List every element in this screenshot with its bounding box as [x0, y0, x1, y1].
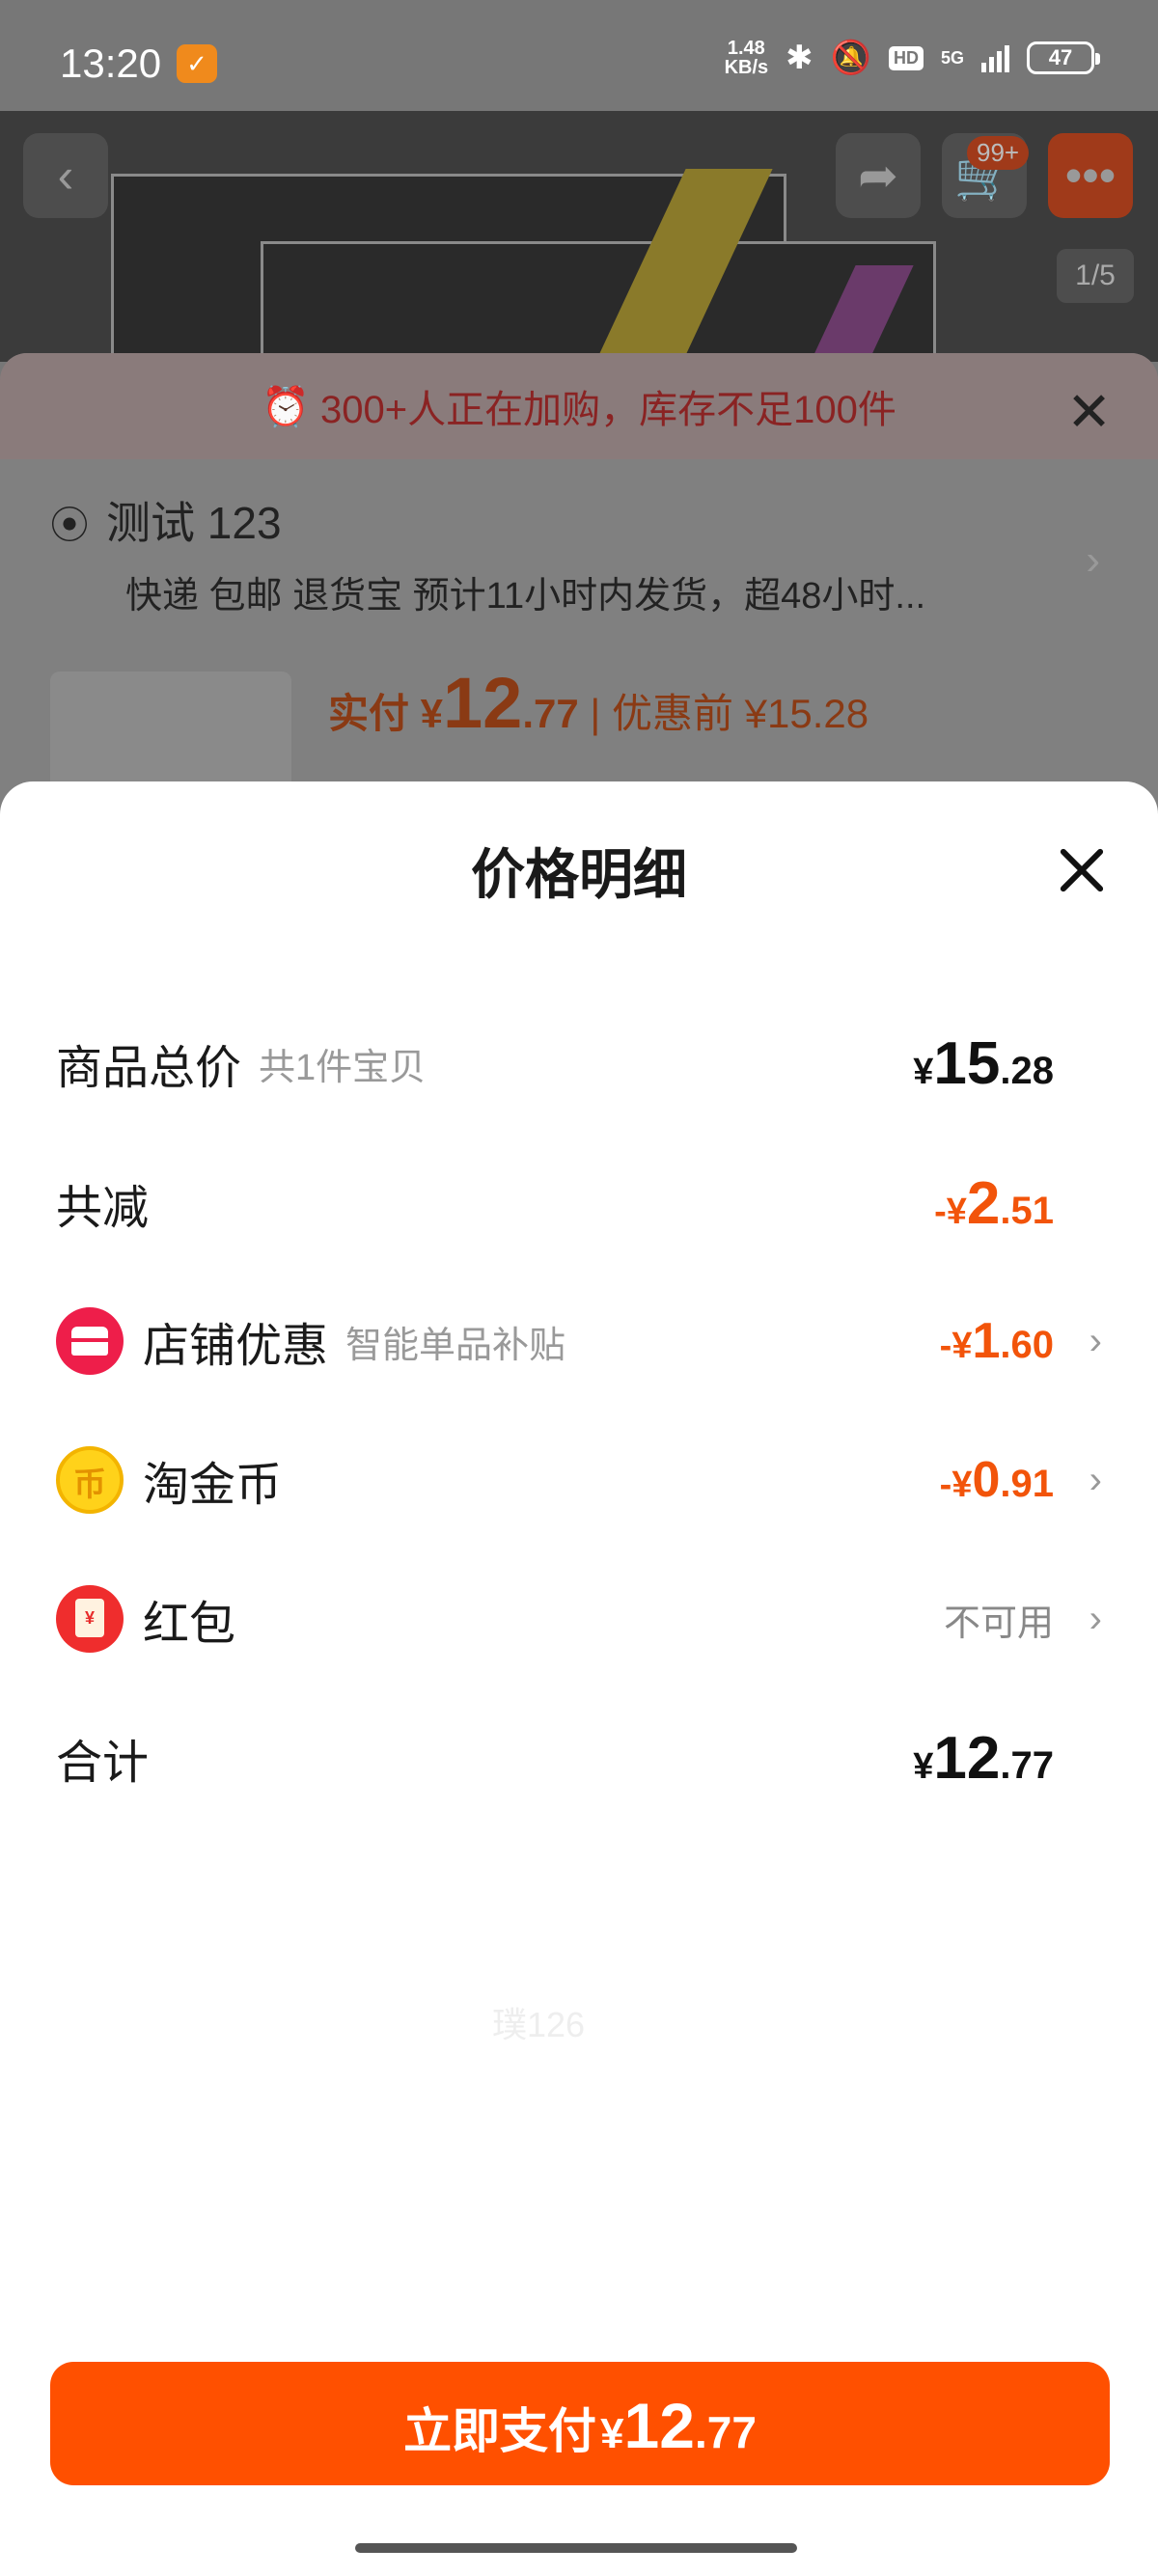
bluetooth-icon: ✱: [786, 40, 813, 76]
row-label: 店铺优惠: [143, 1321, 329, 1372]
hd-icon: HD: [888, 45, 924, 70]
row-taojinbi[interactable]: 币 淘金币 -¥ 0.91 ›: [56, 1437, 1102, 1523]
status-icons: 1.48 KB/s ✱ 🔕 HD 5G 47: [724, 38, 1100, 78]
chevron-right-icon: ›: [1089, 1458, 1102, 1501]
product-image-area: ‹ ➦ 🛒 99+ •••: [0, 111, 1158, 362]
total-discount-amount: -¥ 2.51: [934, 1169, 1054, 1237]
address-name: 测试 123: [106, 498, 282, 548]
chevron-right-icon: ›: [1086, 536, 1100, 584]
row-goods-total: 商品总价 共1件宝贝 ¥15.28: [56, 1020, 1102, 1107]
cart-badge: 99+: [967, 136, 1030, 170]
row-red-envelope[interactable]: ¥ 红包 不可用 ›: [56, 1576, 1102, 1662]
watermark-text: 璞126: [492, 2005, 586, 2044]
network-speed: 1.48 KB/s: [724, 38, 769, 78]
coin-icon: 币: [56, 1446, 124, 1514]
price-detail-sheet: 价格明细 商品总价 共1件宝贝 ¥15.28 共减 -¥ 2.51 璞126 店铺…: [0, 781, 1158, 2576]
row-shop-discount[interactable]: 店铺优惠 智能单品补贴 -¥ 1.60 ›: [56, 1298, 1102, 1384]
close-button[interactable]: [1054, 843, 1108, 897]
stock-alert: ⏰ 300+人正在加购，库存不足100件 ✕: [0, 353, 1158, 459]
chevron-right-icon: ›: [1089, 1597, 1102, 1640]
red-envelope-status: 不可用: [943, 1603, 1054, 1644]
goods-total-amount: ¥15.28: [913, 1029, 1054, 1097]
5g-signal-icon: 5G: [940, 47, 964, 68]
signal-bars-icon: [981, 43, 1009, 72]
order-price-summary: 实付 ¥12.77 | 优惠前 ¥15.28: [328, 663, 869, 743]
alarm-icon: ⏰: [262, 385, 321, 428]
home-indicator[interactable]: [355, 2543, 797, 2553]
share-button[interactable]: ➦: [836, 133, 921, 218]
stock-alert-text: 300+人正在加购，库存不足100件: [320, 389, 896, 431]
pay-now-button[interactable]: 立即支付 ¥ 12 .77: [50, 2362, 1110, 2485]
battery-icon: 47: [1027, 41, 1100, 74]
image-pager: 1/5: [1057, 249, 1134, 303]
sheet-title: 价格明细: [471, 844, 687, 905]
address-section[interactable]: ⦿ 测试 123 快递 包邮 退货宝 预计11小时内发货，超48小时... ›: [0, 459, 1158, 647]
row-label: 共减: [56, 1183, 150, 1234]
address-delivery-info: 快递 包邮 退货宝 预计11小时内发货，超48小时...: [125, 576, 926, 617]
row-sub-label: 共1件宝贝: [259, 1047, 427, 1088]
grand-total-amount: ¥12.77: [913, 1724, 1054, 1792]
back-button[interactable]: ‹: [23, 133, 108, 218]
shop-icon: [56, 1307, 124, 1375]
chevron-right-icon: ›: [1089, 1319, 1102, 1362]
row-label: 淘金币: [143, 1460, 283, 1511]
app-badge-icon: ✓: [177, 44, 217, 83]
shop-discount-amount: -¥ 1.60: [939, 1313, 1054, 1369]
close-icon[interactable]: ✕: [1066, 380, 1112, 444]
row-label: 合计: [56, 1738, 150, 1789]
red-envelope-icon: ¥: [56, 1585, 124, 1653]
status-bar: 13:20 ✓ 1.48 KB/s ✱ 🔕 HD 5G 47: [0, 0, 1158, 111]
row-label: 红包: [143, 1599, 236, 1650]
row-grand-total: 合计 ¥12.77: [56, 1714, 1102, 1801]
location-pin-icon: ⦿: [50, 505, 89, 547]
mute-icon: 🔕: [830, 40, 871, 76]
row-label: 商品总价: [56, 1043, 242, 1094]
taojinbi-amount: -¥ 0.91: [939, 1452, 1054, 1508]
row-sub-label: 智能单品补贴: [345, 1325, 566, 1366]
row-total-discount: 共减 -¥ 2.51: [56, 1160, 1102, 1247]
status-time: 13:20: [60, 41, 162, 86]
message-button[interactable]: •••: [1048, 133, 1133, 218]
